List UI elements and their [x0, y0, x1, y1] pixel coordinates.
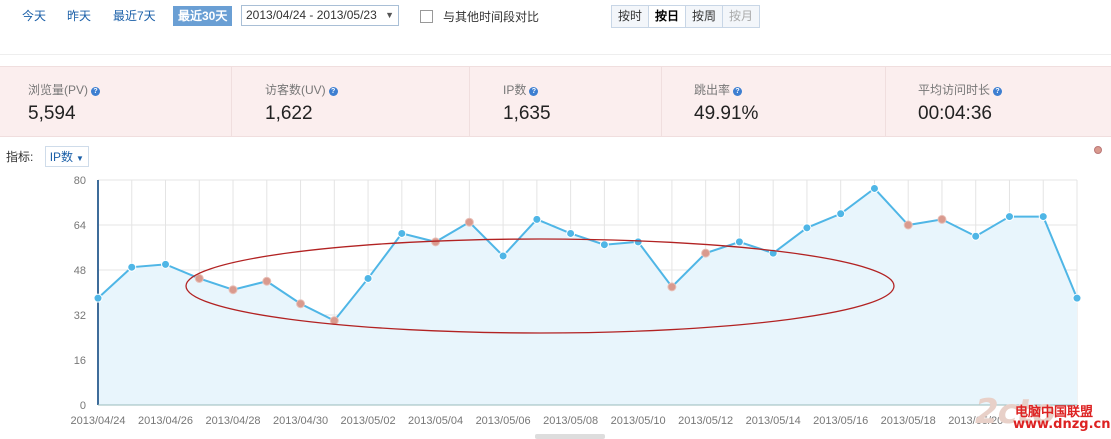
data-point	[194, 273, 204, 283]
metric-pv-value: 5,594	[28, 103, 76, 124]
data-point	[431, 237, 441, 247]
y-tick-label: 48	[74, 265, 86, 277]
metric-divider	[661, 67, 662, 136]
help-icon[interactable]: ?	[91, 87, 101, 96]
y-tick-label: 16	[74, 355, 86, 367]
x-tick-label: 2013/05/08	[543, 415, 598, 427]
y-tick-label: 32	[74, 310, 86, 322]
toolbar-divider	[0, 36, 1111, 55]
metric-uv-value: 1,622	[265, 103, 313, 124]
metrics-summary: 浏览量(PV)? 5,594 访客数(UV)? 1,622 IP数? 1,635…	[0, 66, 1111, 137]
metric-ip-label: IP数	[503, 83, 527, 97]
data-point	[296, 299, 306, 309]
metric-bounce-value: 49.91%	[694, 103, 759, 124]
x-tick-label: 2013/05/14	[746, 415, 801, 427]
x-tick-label: 2013/05/12	[678, 415, 733, 427]
data-point	[937, 214, 947, 224]
watermark-url: www.dnzg.cn	[1013, 417, 1111, 432]
x-tick-label: 2013/04/30	[273, 415, 328, 427]
indicator-select[interactable]: IP数 ▼	[44, 146, 89, 167]
compare-label: 与其他时间段对比	[443, 10, 540, 24]
metric-divider	[231, 67, 232, 136]
indicator-value: IP数	[49, 150, 74, 164]
data-point	[1072, 293, 1082, 303]
compare-checkbox[interactable]	[420, 10, 433, 23]
help-icon[interactable]: ?	[733, 87, 743, 96]
x-tick-label: 2013/05/10	[611, 415, 666, 427]
chevron-down-icon: ▼	[76, 154, 84, 163]
data-point	[363, 273, 373, 283]
ip-trend-chart: 0 16 32 48 64 80 2013/04/24 2013/04/26 2013/04/2…	[70, 175, 1082, 427]
data-point	[161, 259, 171, 269]
data-point	[633, 237, 643, 247]
x-tick-label: 2013/05/06	[476, 415, 531, 427]
data-point	[802, 223, 812, 233]
data-point	[1004, 212, 1014, 222]
granularity-hour-button[interactable]: 按时	[612, 6, 650, 27]
x-tick-label: 2013/04/28	[206, 415, 261, 427]
metric-divider	[885, 67, 886, 136]
x-tick-label: 2013/05/16	[813, 415, 868, 427]
x-tick-label: 2013/05/04	[408, 415, 463, 427]
data-point	[869, 183, 879, 193]
data-point	[903, 220, 913, 230]
metric-bounce-label: 跳出率	[694, 83, 731, 97]
data-point	[532, 214, 542, 224]
data-point	[667, 282, 677, 292]
data-point	[464, 217, 474, 227]
x-tick-label: 2013/04/26	[138, 415, 193, 427]
x-tick-label: 2013/05/02	[341, 415, 396, 427]
range-yesterday-button[interactable]: 昨天	[62, 6, 96, 26]
data-point	[701, 248, 711, 258]
granularity-month-button: 按月	[723, 6, 760, 27]
metric-ip-value: 1,635	[503, 103, 551, 124]
range-today-button[interactable]: 今天	[17, 6, 51, 26]
chevron-down-icon: ▼	[385, 10, 394, 20]
data-point	[1038, 212, 1048, 222]
granularity-week-button[interactable]: 按周	[686, 6, 724, 27]
y-tick-label: 0	[80, 400, 86, 412]
date-range-select[interactable]: 2013/04/24 - 2013/05/23 ▼	[241, 5, 399, 26]
data-point	[566, 228, 576, 238]
horizontal-scrollbar[interactable]	[535, 434, 605, 439]
legend-marker-icon[interactable]	[1094, 146, 1102, 154]
compare-toggle[interactable]: 与其他时间段对比	[420, 8, 539, 25]
date-range-value: 2013/04/24 - 2013/05/23	[246, 8, 377, 22]
granularity-group: 按时 按日 按周 按月	[611, 5, 761, 28]
help-icon[interactable]: ?	[993, 87, 1003, 96]
toolbar: 今天 昨天 最近7天 最近30天 2013/04/24 - 2013/05/23…	[0, 0, 1111, 32]
y-tick-label: 80	[74, 175, 86, 187]
metric-pv-label: 浏览量(PV)	[28, 83, 89, 97]
x-tick-label: 2013/04/24	[70, 415, 125, 427]
metric-duration-value: 00:04:36	[918, 103, 992, 124]
metric-duration-label: 平均访问时长	[918, 83, 991, 97]
help-icon[interactable]: ?	[529, 87, 539, 96]
granularity-day-button[interactable]: 按日	[649, 6, 687, 27]
data-point	[397, 228, 407, 238]
indicator-label: 指标:	[6, 150, 34, 164]
data-point	[93, 293, 103, 303]
metric-divider	[469, 67, 470, 136]
range-7days-button[interactable]: 最近7天	[108, 6, 161, 26]
data-point	[599, 240, 609, 250]
y-tick-label: 64	[74, 220, 86, 232]
data-point	[262, 276, 272, 286]
x-tick-label: 2013/05/18	[881, 415, 936, 427]
watermark-logo: 2cto 电脑中国联盟 www.dnzg.cn	[975, 392, 1111, 439]
data-point	[971, 231, 981, 241]
data-point	[127, 262, 137, 272]
data-point	[228, 285, 238, 295]
data-point	[734, 237, 744, 247]
data-point	[498, 251, 508, 261]
indicator-picker: 指标: IP数 ▼	[6, 146, 89, 167]
data-point	[836, 209, 846, 219]
range-30days-button[interactable]: 最近30天	[173, 6, 233, 26]
help-icon[interactable]: ?	[328, 87, 338, 96]
metric-uv-label: 访客数(UV)	[265, 83, 326, 97]
